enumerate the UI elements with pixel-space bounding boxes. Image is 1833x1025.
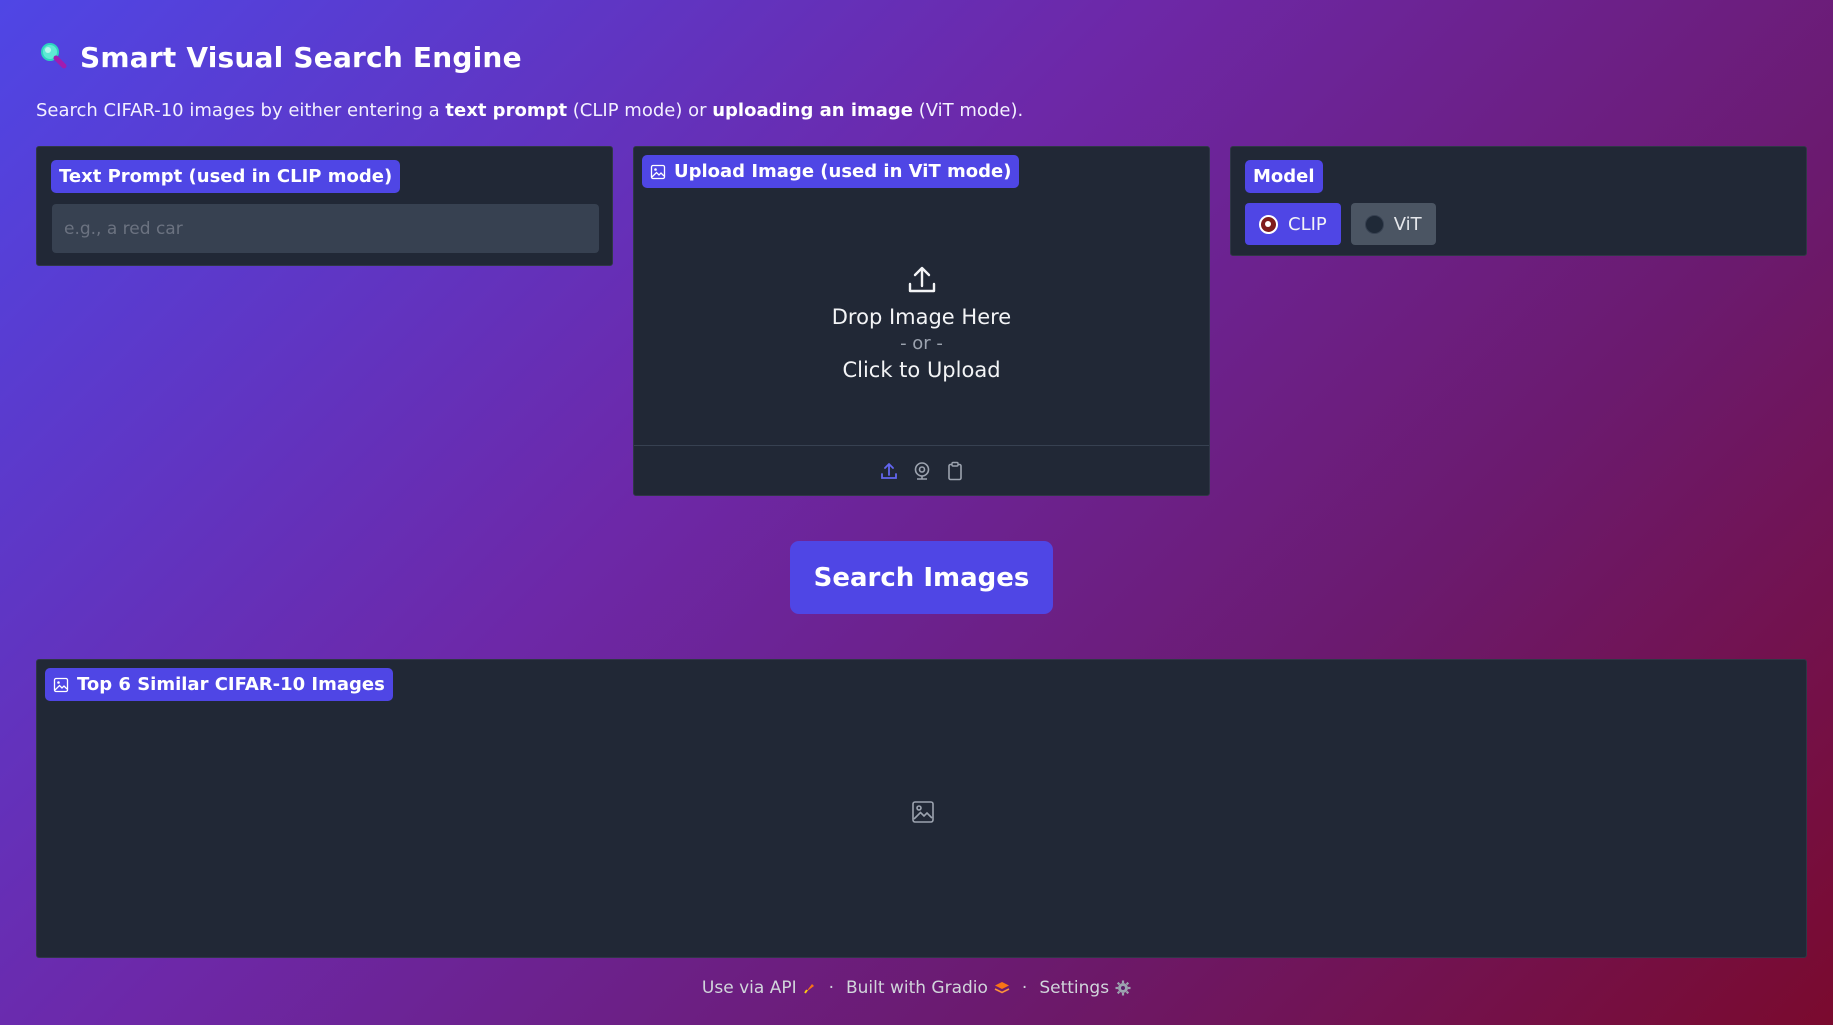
gear-icon [1115,980,1131,996]
page-description: Search CIFAR-10 images by either enterin… [36,100,1024,121]
search-images-button[interactable]: Search Images [790,541,1053,614]
page-title: Smart Visual Search Engine [80,40,522,74]
footer: Use via API · Built with Gradio · Settin… [0,978,1833,998]
click-to-upload-text: Click to Upload [842,358,1001,382]
rocket-icon [803,984,814,994]
image-upload-panel: Upload Image (used in ViT mode) Drop Ima… [633,146,1210,496]
results-gallery-panel: Top 6 Similar CIFAR-10 Images [36,659,1807,958]
image-icon [650,164,666,179]
clipboard-source-button[interactable] [944,460,965,481]
model-option-clip[interactable]: CLIP [1245,203,1341,245]
webcam-source-button[interactable] [911,460,932,481]
model-panel: Model CLIP ViT [1230,146,1807,256]
radio-selected-icon [1259,214,1278,234]
upload-source-button[interactable] [878,460,899,481]
model-radio-group: CLIP ViT [1245,203,1436,245]
upload-source-toolbar [634,445,1209,495]
settings-link[interactable]: Settings [1039,978,1131,998]
drop-image-text: Drop Image Here [831,305,1012,329]
built-with-gradio-link[interactable]: Built with Gradio [846,978,1010,998]
use-via-api-link[interactable]: Use via API [702,978,817,998]
image-icon [53,677,69,692]
image-drop-zone[interactable]: Drop Image Here - or - Click to Upload [634,195,1209,450]
text-prompt-panel: Text Prompt (used in CLIP mode) [36,146,613,266]
upload-icon [880,462,897,479]
magnifier-icon [38,40,68,74]
image-upload-label: Upload Image (used in ViT mode) [642,155,1020,188]
upload-icon [908,266,935,293]
page-header: Smart Visual Search Engine [38,40,522,74]
clipboard-icon [947,461,962,480]
webcam-icon [914,461,929,480]
model-option-vit[interactable]: ViT [1350,203,1436,245]
radio-unselected-icon [1364,214,1384,234]
text-prompt-input[interactable] [52,204,599,253]
empty-gallery-image-icon [911,800,935,824]
gradio-logo-icon [994,982,1010,994]
gallery-label: Top 6 Similar CIFAR-10 Images [45,668,393,701]
model-label: Model [1245,160,1323,193]
text-prompt-label: Text Prompt (used in CLIP mode) [51,160,401,193]
or-text: - or - [900,333,943,354]
